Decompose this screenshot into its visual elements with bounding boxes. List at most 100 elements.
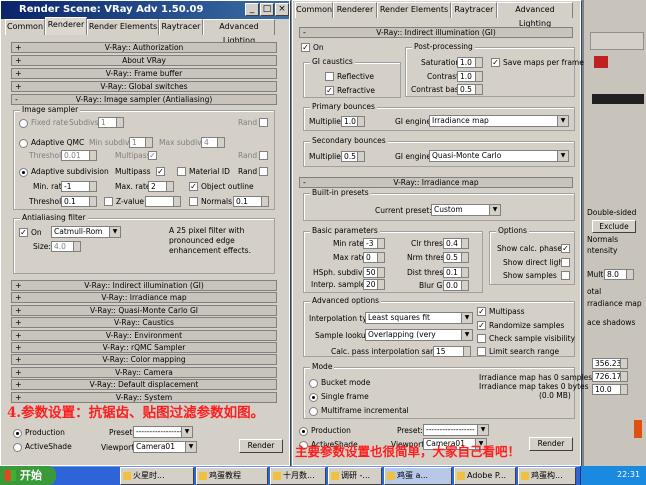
exclude-button[interactable]: Exclude xyxy=(592,220,636,233)
bg-coord-2[interactable]: 726.177 xyxy=(592,371,628,382)
tab-advanced-lighting[interactable]: Advanced Lighting xyxy=(497,2,573,28)
rollout-image-sampler[interactable]: - V-Ray:: Image sampler (Antialiasing) xyxy=(11,94,277,105)
bg-coord-1[interactable]: 356.238 xyxy=(592,358,628,369)
contrast-input[interactable]: 1.0 xyxy=(457,71,483,82)
minimize-button[interactable]: _ xyxy=(245,3,259,16)
fixed-rate-radio[interactable] xyxy=(19,119,28,128)
reflective-checkbox[interactable] xyxy=(325,72,334,81)
randomize-checkbox[interactable]: ✓ xyxy=(477,321,486,330)
multipass-checkbox-qmc[interactable]: ✓ xyxy=(148,151,157,160)
tab-render-elements[interactable]: Render Elements xyxy=(87,19,159,35)
rollout-7[interactable]: + V-Ray:: Camera xyxy=(11,366,277,378)
primary-multiplier-input[interactable]: 1.0 xyxy=(341,116,365,127)
taskbar-item-4[interactable]: 调研 -... xyxy=(328,467,382,485)
rollout-about[interactable]: + About VRay xyxy=(11,55,277,66)
rand-checkbox-3[interactable] xyxy=(259,167,268,176)
rollout-2[interactable]: + V-Ray:: Quasi-Monte Carlo GI xyxy=(11,304,277,316)
tab-render-elements[interactable]: Render Elements xyxy=(377,2,451,18)
refractive-checkbox[interactable]: ✓ xyxy=(325,86,334,95)
primary-gi-engine-select[interactable]: Irradiance map xyxy=(429,115,569,127)
preset-select[interactable]: ----------------- xyxy=(133,426,193,438)
aa-filter-select[interactable]: Catmull-Rom xyxy=(51,226,121,238)
tab-advanced-lighting[interactable]: Advanced Lighting xyxy=(203,19,275,45)
rollout-3[interactable]: + V-Ray:: Caustics xyxy=(11,317,277,329)
calc-pass-input[interactable]: 15 xyxy=(433,346,471,357)
render-button[interactable]: Render xyxy=(239,439,283,453)
taskbar-item-3[interactable]: 十月数... xyxy=(270,467,326,485)
rollout-0[interactable]: + V-Ray:: Indirect illumination (GI) xyxy=(11,280,277,291)
irr-multipass-checkbox[interactable]: ✓ xyxy=(477,307,486,316)
nrm-thresh-input[interactable]: 0.5 xyxy=(443,252,469,263)
material-id-checkbox[interactable] xyxy=(177,167,186,176)
bucket-mode-radio[interactable] xyxy=(309,379,318,388)
rand-checkbox-1[interactable] xyxy=(259,118,268,127)
gi-on-checkbox[interactable]: ✓ xyxy=(301,43,310,52)
irr-min-rate-input[interactable]: -3 xyxy=(363,238,385,249)
normals-input[interactable]: 0.1 xyxy=(233,196,269,207)
interp-type-select[interactable]: Least squares fit (good/smooth xyxy=(365,312,473,324)
check-visibility-checkbox[interactable] xyxy=(477,334,486,343)
rollout-8[interactable]: + V-Ray:: Default displacement xyxy=(11,379,277,391)
taskbar-item-5[interactable]: 鸡蛋 a... xyxy=(384,467,452,485)
adaptive-subdivision-radio[interactable] xyxy=(19,168,28,177)
show-samples-checkbox[interactable] xyxy=(561,271,570,280)
rollout-9[interactable]: + V-Ray:: System xyxy=(11,391,277,403)
saturation-input[interactable]: 1.0 xyxy=(457,57,483,68)
rollout-1[interactable]: + V-Ray:: Irradiance map xyxy=(11,292,277,304)
adaptive-qmc-radio[interactable] xyxy=(19,139,28,148)
min-rate-input[interactable]: -1 xyxy=(61,181,97,192)
rollout-frame-buffer[interactable]: + V-Ray:: Frame buffer xyxy=(11,68,277,79)
threshold-input-qmc[interactable]: 0.01 xyxy=(61,150,97,161)
subdivs-input[interactable]: 1 xyxy=(98,117,124,128)
show-calc-checkbox[interactable]: ✓ xyxy=(561,244,570,253)
rand-checkbox-2[interactable] xyxy=(259,151,268,160)
bg-coord-3[interactable]: 10.0 xyxy=(592,384,628,395)
save-maps-checkbox[interactable]: ✓ xyxy=(491,58,500,67)
contrast-base-input[interactable]: 0.5 xyxy=(457,84,483,95)
secondary-gi-engine-select[interactable]: Quasi-Monte Carlo xyxy=(429,150,569,162)
irr-max-rate-input[interactable]: 0 xyxy=(363,252,385,263)
taskbar-item-1[interactable]: 火星时... xyxy=(120,467,194,485)
right-render-button[interactable]: Render xyxy=(529,437,573,451)
aa-on-checkbox[interactable]: ✓ xyxy=(19,228,28,237)
sample-lookup-select[interactable]: Overlapping (very good/fast) xyxy=(365,329,473,341)
dist-thresh-input[interactable]: 0.1 xyxy=(443,267,469,278)
tab-renderer[interactable]: Renderer xyxy=(45,17,87,35)
show-direct-checkbox[interactable] xyxy=(561,258,570,267)
bg-mult-input[interactable]: 8.0 xyxy=(604,269,634,280)
tab-raytracer[interactable]: Raytracer xyxy=(451,2,497,18)
rollout-6[interactable]: + V-Ray:: Color mapping xyxy=(11,354,277,366)
right-production-radio[interactable] xyxy=(299,427,308,436)
start-button[interactable]: 开始 xyxy=(0,466,56,485)
rollout-authorization[interactable]: + V-Ray:: Authorization xyxy=(11,42,277,53)
current-preset-select[interactable]: Custom xyxy=(431,204,501,216)
z-value-input[interactable] xyxy=(145,196,181,207)
activeshade-radio[interactable] xyxy=(13,443,22,452)
object-outline-checkbox[interactable]: ✓ xyxy=(189,182,198,191)
hsph-input[interactable]: 50 xyxy=(363,267,385,278)
threshold-input[interactable]: 0.1 xyxy=(61,196,97,207)
rollout-5[interactable]: + V-Ray:: rQMC Sampler xyxy=(11,342,277,353)
rollout-4[interactable]: + V-Ray:: Environment xyxy=(11,329,277,341)
limit-search-checkbox[interactable] xyxy=(477,347,486,356)
tab-common[interactable]: Common xyxy=(5,19,45,35)
blur-gi-input[interactable]: 0.0 xyxy=(443,280,469,291)
taskbar-item-2[interactable]: 鸡蛋教程 xyxy=(196,467,268,485)
interp-samples-input[interactable]: 20 xyxy=(363,279,385,290)
viewport-select[interactable]: Camera01 xyxy=(133,441,197,453)
min-subdivs-input[interactable]: 1 xyxy=(129,137,153,148)
production-radio[interactable] xyxy=(13,429,22,438)
max-rate-input[interactable]: 2 xyxy=(148,181,174,192)
rollout-irradiance-map[interactable]: - V-Ray:: Irradiance map xyxy=(299,177,573,188)
tab-renderer[interactable]: Renderer xyxy=(333,2,377,18)
close-button[interactable]: × xyxy=(275,3,289,16)
clr-thresh-input[interactable]: 0.4 xyxy=(443,238,469,249)
normals-checkbox[interactable] xyxy=(189,197,198,206)
multipass-checkbox[interactable]: ✓ xyxy=(156,167,165,176)
aa-size-input[interactable]: 4.0 xyxy=(51,241,81,252)
multiframe-radio[interactable] xyxy=(309,407,318,416)
single-frame-radio[interactable] xyxy=(309,393,318,402)
max-subdivs-input[interactable]: 4 xyxy=(201,137,225,148)
maximize-button[interactable]: □ xyxy=(260,3,274,16)
right-preset-select[interactable]: ------------------ xyxy=(423,424,489,436)
